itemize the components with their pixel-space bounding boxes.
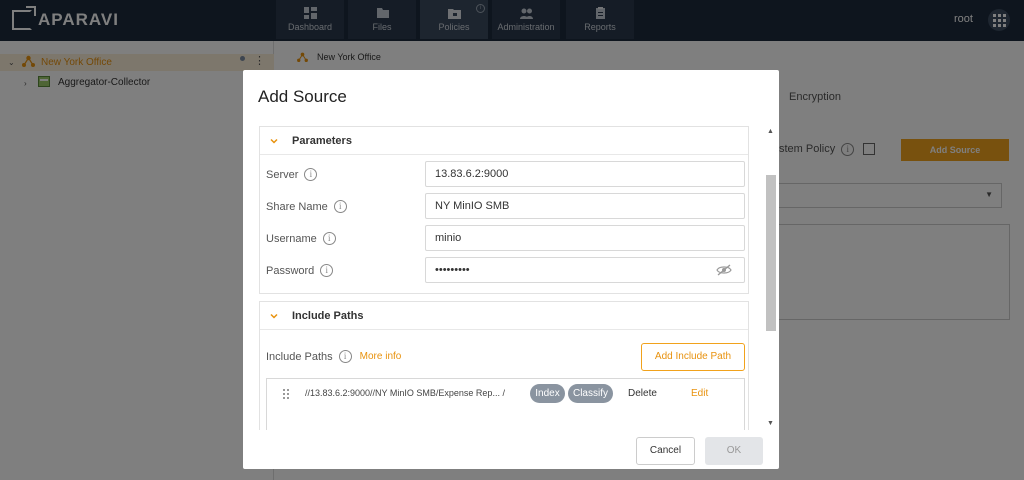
scroll-down-icon[interactable]: ▼ xyxy=(767,420,774,427)
username-label: Username i xyxy=(266,232,336,245)
field-label-text: Username xyxy=(266,232,317,245)
share-name-field[interactable]: NY MinIO SMB xyxy=(425,193,745,219)
classify-chip[interactable]: Classify xyxy=(568,384,613,403)
add-include-path-button[interactable]: Add Include Path xyxy=(641,343,745,371)
section-title: Parameters xyxy=(292,134,352,147)
scrollbar-thumb[interactable] xyxy=(766,175,776,331)
scroll-up-icon[interactable]: ▲ xyxy=(767,128,774,135)
include-paths-header[interactable]: Include Paths xyxy=(260,302,748,330)
edit-path-button[interactable]: Edit xyxy=(691,388,708,399)
field-label-text: Share Name xyxy=(266,200,328,213)
eye-slash-icon[interactable] xyxy=(716,264,732,276)
chevron-down-icon xyxy=(270,138,278,144)
include-path-list: //13.83.6.2:9000//NY MinIO SMB/Expense R… xyxy=(266,378,745,430)
info-icon[interactable]: i xyxy=(304,168,318,181)
server-label: Server i xyxy=(266,168,318,181)
password-label: Password i xyxy=(266,264,334,277)
ok-button[interactable]: OK xyxy=(705,437,763,465)
password-value: ••••••••• xyxy=(435,264,470,276)
field-label-text: Password xyxy=(266,264,315,277)
include-paths-label: Include Paths i More info xyxy=(266,350,401,363)
info-icon[interactable]: i xyxy=(320,264,334,277)
cancel-button[interactable]: Cancel xyxy=(636,437,695,465)
info-icon[interactable]: i xyxy=(333,200,347,213)
share-name-label: Share Name i xyxy=(266,200,347,213)
info-icon[interactable]: i xyxy=(322,232,336,245)
field-label-text: Include Paths xyxy=(266,350,333,363)
password-field[interactable]: ••••••••• xyxy=(425,257,745,283)
dialog-scrollbar[interactable]: ▲ ▼ xyxy=(765,126,777,431)
more-info-link[interactable]: More info xyxy=(360,351,402,362)
delete-path-button[interactable]: Delete xyxy=(628,388,657,399)
index-chip[interactable]: Index xyxy=(530,384,565,403)
field-label-text: Server xyxy=(266,168,299,181)
drag-handle-icon[interactable] xyxy=(283,389,291,401)
include-path-text: //13.83.6.2:9000//NY MinIO SMB/Expense R… xyxy=(305,388,505,398)
info-icon[interactable]: i xyxy=(338,350,352,363)
username-field[interactable]: minio xyxy=(425,225,745,251)
add-source-dialog: Add Source Parameters Server i 13.83.6.2:… xyxy=(243,70,779,469)
chevron-down-icon xyxy=(270,313,278,319)
parameters-header[interactable]: Parameters xyxy=(260,127,748,155)
dialog-scroll-area[interactable]: Parameters Server i 13.83.6.2:9000 Share … xyxy=(243,126,779,430)
include-paths-section: Include Paths Include Paths i More info … xyxy=(259,301,749,430)
dialog-title: Add Source xyxy=(258,87,347,106)
parameters-section: Parameters Server i 13.83.6.2:9000 Share … xyxy=(259,126,749,294)
section-title: Include Paths xyxy=(292,309,364,322)
server-field[interactable]: 13.83.6.2:9000 xyxy=(425,161,745,187)
